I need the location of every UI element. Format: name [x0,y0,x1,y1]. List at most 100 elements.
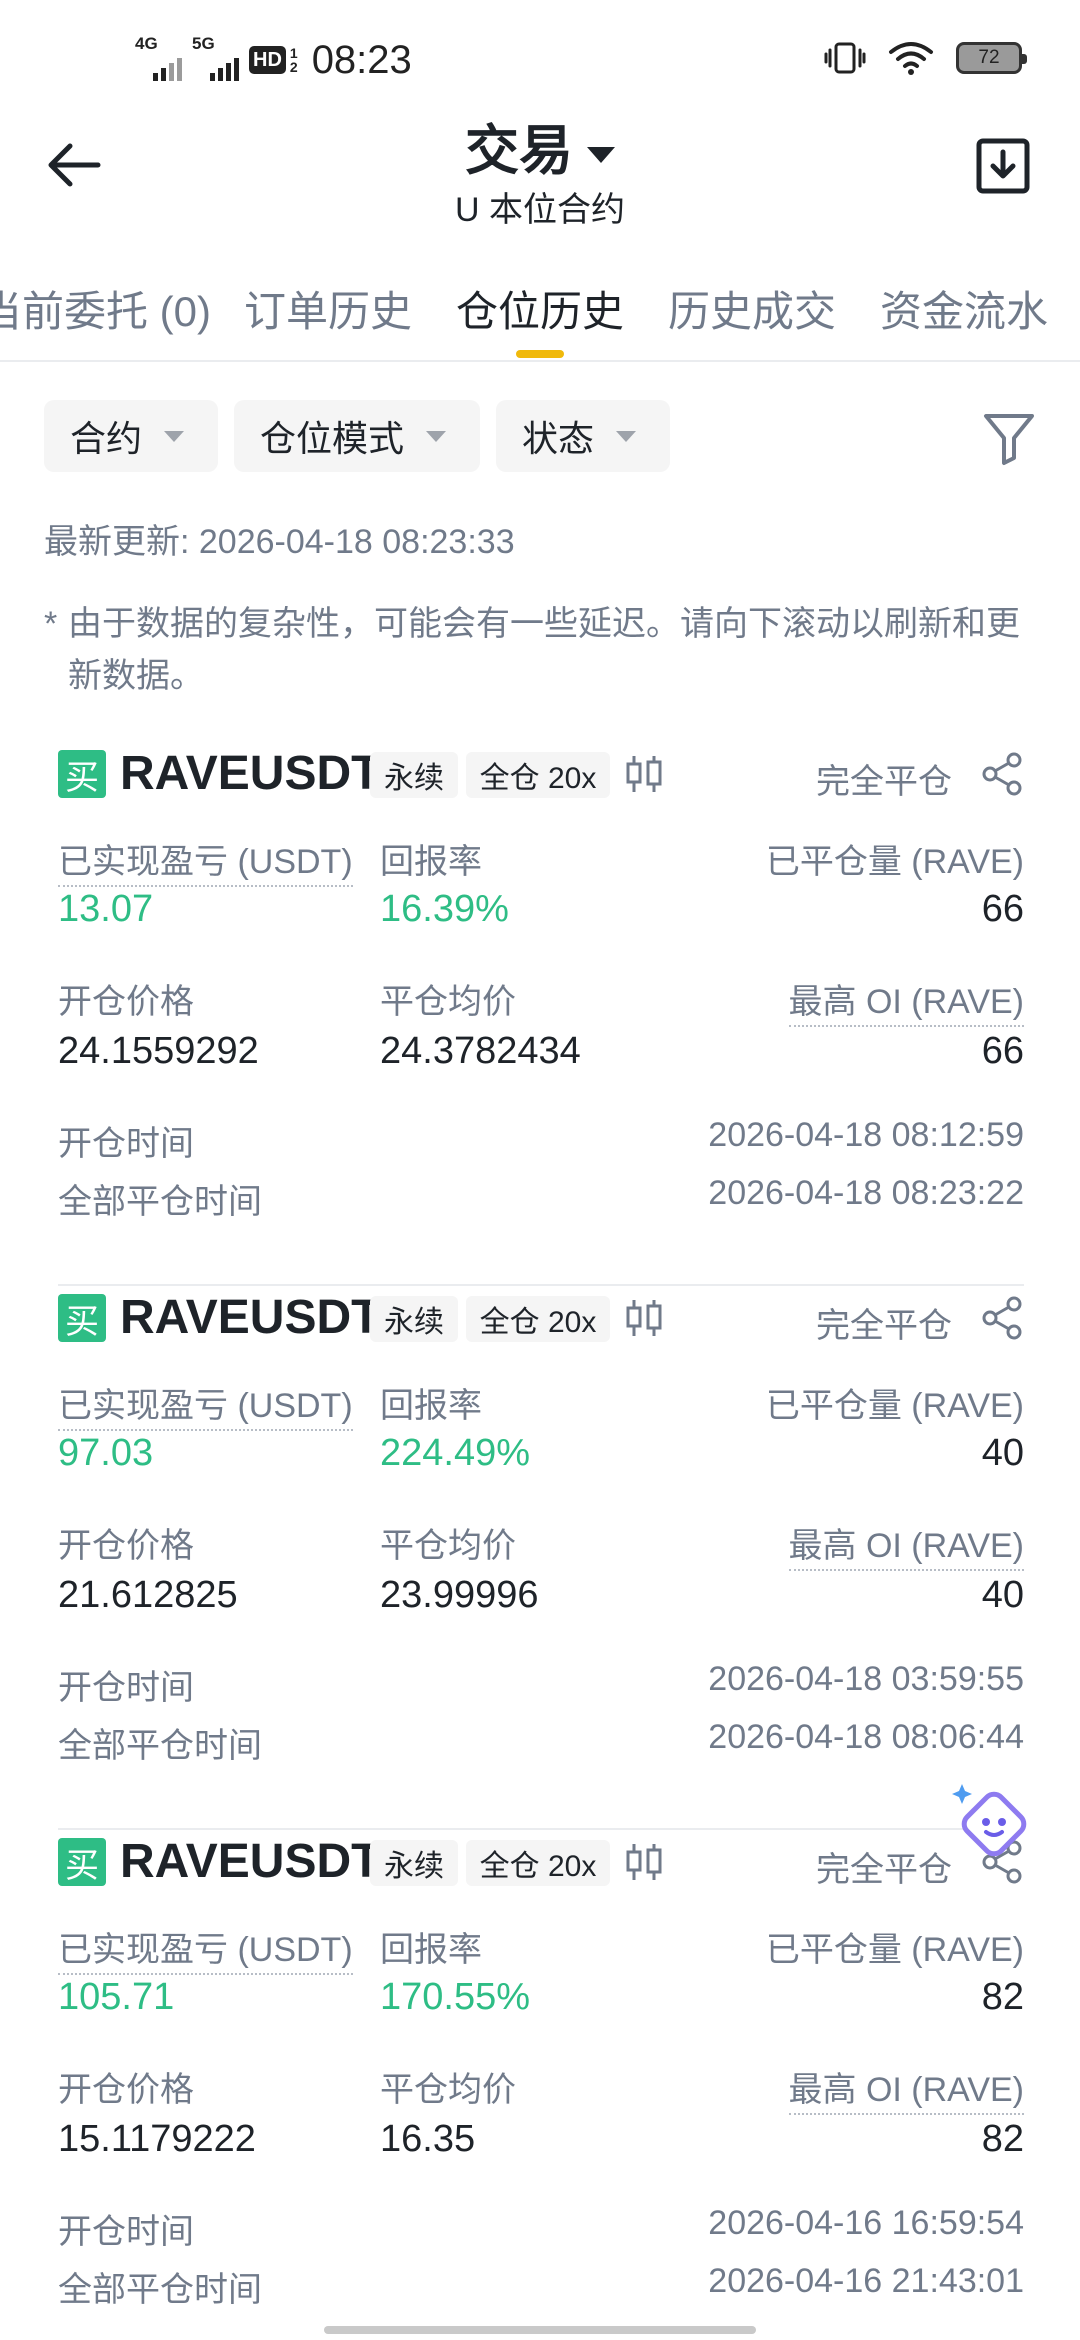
roi-label: 回报率 [380,1387,482,1425]
buy-badge: 买 [58,1838,106,1886]
status-filter[interactable]: 状态 [496,400,670,472]
hd-sub-top: 1 [289,45,298,61]
buy-badge: 买 [58,1294,106,1342]
roi-value: 170.55% [380,1976,531,2018]
realized-pnl-label[interactable]: 已实现盈亏 (USDT) [58,1922,353,1975]
ai-assistant-icon[interactable] [950,1780,1030,1860]
caret-down-icon [587,146,615,163]
open-time-label: 开仓时间 [58,2213,194,2251]
roi-label: 回报率 [380,1931,482,1969]
entry-price-value: 24.1559292 [58,1030,259,1072]
signal-bars-icon [210,57,239,81]
share-icon[interactable] [980,1296,1024,1340]
perpetual-tag: 永续 [370,752,458,798]
max-oi-label[interactable]: 最高 OI (RAVE) [788,2062,1024,2115]
home-indicator[interactable] [324,2326,756,2334]
open-time-label: 开仓时间 [58,1669,194,1707]
page-subtitle: U 本位合约 [455,191,625,229]
max-oi-value: 82 [981,2118,1024,2160]
perpetual-tag: 永续 [370,1296,458,1342]
tab-order-history[interactable]: 订单历史 [244,278,412,339]
signal-bars-icon [153,57,182,81]
chevron-down-icon [164,430,185,442]
position-card[interactable]: 买 RAVEUSDT 永续 全仓 20x 完全平仓 已实现盈亏 (USDT) 回… [58,742,1024,1286]
close-time-label: 全部平仓时间 [58,1727,262,1765]
avg-close-price-label: 平仓均价 [380,1527,516,1565]
status-bar-right: 72 [824,40,1027,76]
history-tabs: 当前委托 (0) 订单历史 仓位历史 历史成交 资金流水 [0,270,1080,362]
wifi-icon [889,42,933,75]
filter-funnel-icon[interactable] [982,410,1036,466]
buy-badge: 买 [58,750,106,798]
open-time-value: 2026-04-18 03:59:55 [708,1660,1024,1698]
active-tab-indicator [516,350,564,358]
entry-price-label: 开仓价格 [58,1527,194,1565]
max-oi-label[interactable]: 最高 OI (RAVE) [788,974,1024,1027]
closed-qty-label: 已平仓量 (RAVE) [765,1387,1024,1425]
avg-close-price-value: 16.35 [380,2118,476,2160]
close-time-value: 2026-04-18 08:23:22 [708,1174,1024,1212]
battery-level: 72 [978,47,1000,68]
entry-price-value: 15.1179222 [58,2118,256,2160]
candlestick-chart-icon[interactable] [622,752,666,796]
note-asterisk: * [44,605,58,643]
realized-pnl-label[interactable]: 已实现盈亏 (USDT) [58,1378,353,1431]
position-symbol[interactable]: RAVEUSDT [120,1834,380,1889]
entry-price-label: 开仓价格 [58,983,194,1021]
perpetual-tag: 永续 [370,1840,458,1886]
open-time-value: 2026-04-18 08:12:59 [708,1116,1024,1154]
position-mode-filter-label: 仓位模式 [260,418,405,459]
clock: 08:23 [311,37,412,82]
note-text: 由于数据的复杂性，可能会有一些延迟。请向下滚动以刷新和更新数据。 [68,605,1020,695]
position-card[interactable]: 买 RAVEUSDT 永续 全仓 20x 完全平仓 已实现盈亏 (USDT) 回… [58,1286,1024,1830]
max-oi-value: 66 [981,1030,1024,1072]
chevron-down-icon [426,430,447,442]
position-card[interactable]: 买 RAVEUSDT 永续 全仓 20x 完全平仓 已实现盈亏 (USDT) 回… [58,1830,1024,2340]
realized-pnl-value: 97.03 [58,1432,154,1474]
tab-trade-history[interactable]: 历史成交 [668,278,836,339]
position-mode-filter[interactable]: 仓位模式 [234,400,480,472]
sim1-label: 4G [135,33,158,53]
max-oi-label[interactable]: 最高 OI (RAVE) [788,1518,1024,1571]
hd-voice-icon: HD [249,46,286,74]
signal-sim1: 4G [135,34,182,81]
tab-position-history[interactable]: 仓位历史 [456,278,624,339]
tab-open-orders[interactable]: 当前委托 (0) [0,278,211,339]
candlestick-chart-icon[interactable] [622,1296,666,1340]
position-symbol[interactable]: RAVEUSDT [120,1290,380,1345]
closed-qty-value: 40 [981,1432,1024,1474]
realized-pnl-label[interactable]: 已实现盈亏 (USDT) [58,834,353,887]
contract-filter-label: 合约 [70,418,143,459]
open-time-value: 2026-04-16 16:59:54 [708,2204,1024,2242]
share-icon[interactable] [980,752,1024,796]
page-title-text: 交易 [465,121,573,181]
chevron-down-icon [616,430,637,442]
roi-label: 回报率 [380,843,482,881]
margin-leverage-tag: 全仓 20x [466,1296,610,1342]
close-time-value: 2026-04-18 08:06:44 [708,1718,1024,1756]
contract-filter[interactable]: 合约 [44,400,218,472]
delay-note: * 由于数据的复杂性，可能会有一些延迟。请向下滚动以刷新和更新数据。 [44,598,1024,702]
avg-close-price-value: 23.99996 [380,1574,539,1616]
avg-close-price-value: 24.3782434 [380,1030,581,1072]
download-icon[interactable] [976,138,1030,194]
vibrate-icon [824,42,866,74]
open-time-label: 开仓时间 [58,1125,194,1163]
filter-bar: 合约 仓位模式 状态 [44,400,1036,474]
status-filter-label: 状态 [522,418,595,459]
close-time-label: 全部平仓时间 [58,1183,262,1221]
last-updated: 最新更新: 2026-04-18 08:23:33 [44,523,515,561]
closed-qty-label: 已平仓量 (RAVE) [765,843,1024,881]
max-oi-value: 40 [981,1574,1024,1616]
tab-funding-flow[interactable]: 资金流水 [880,278,1048,339]
closed-qty-value: 82 [981,1976,1024,2018]
position-symbol[interactable]: RAVEUSDT [120,746,380,801]
page-title[interactable]: 交易 [0,106,1080,185]
position-card-header: 买 RAVEUSDT 永续 全仓 20x 完全平仓 [58,1830,1024,1890]
position-card-header: 买 RAVEUSDT 永续 全仓 20x 完全平仓 [58,742,1024,802]
hd-sub-indicator: 1 2 [290,46,298,74]
avg-close-price-label: 平仓均价 [380,983,516,1021]
status-bar-left: 4G 5G HD 1 2 08:23 [135,34,412,84]
candlestick-chart-icon[interactable] [622,1840,666,1884]
roi-value: 16.39% [380,888,509,930]
